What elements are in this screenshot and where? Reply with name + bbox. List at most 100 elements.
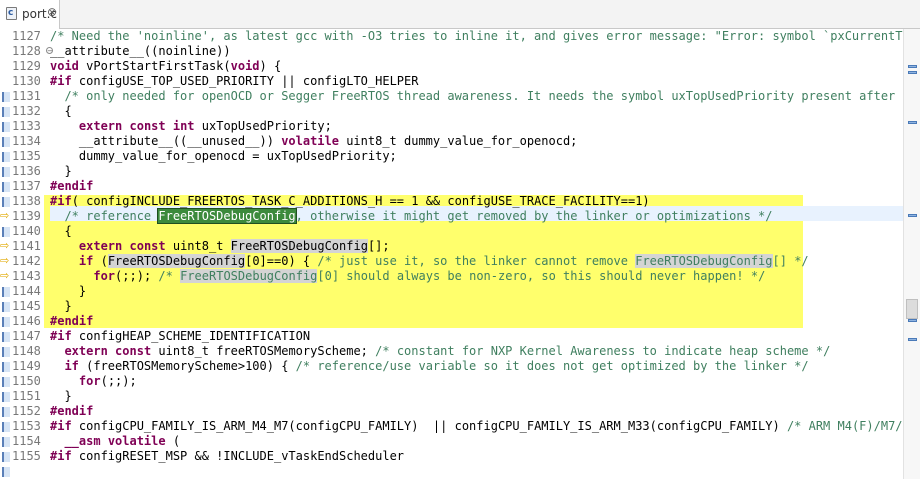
ruler-marker[interactable] bbox=[2, 362, 10, 372]
code-text-area[interactable]: /* Need the 'noinline', as latest gcc wi… bbox=[50, 29, 903, 479]
ruler-marker[interactable] bbox=[2, 392, 10, 402]
line-number: 1131 bbox=[12, 89, 41, 103]
code-text: __attribute__((noinline)) bbox=[50, 44, 231, 58]
tab-port-c[interactable]: c port.c ⊗ bbox=[0, 0, 60, 29]
code-text: } bbox=[50, 299, 72, 313]
ruler-marker[interactable] bbox=[2, 227, 10, 237]
code-comment: /* constant for NXP Kernel Awareness to … bbox=[375, 344, 831, 358]
symbol-occurrence[interactable]: FreeRTOSDebugConfig bbox=[180, 269, 318, 283]
overview-marker[interactable] bbox=[908, 319, 917, 322]
code-text: ( bbox=[165, 434, 181, 448]
line-number: 1134 bbox=[12, 134, 41, 148]
line-number: 1130 bbox=[12, 74, 41, 88]
ruler-marker[interactable] bbox=[2, 422, 10, 432]
ruler-marker[interactable] bbox=[2, 182, 10, 192]
ruler-marker[interactable] bbox=[2, 377, 10, 387]
line-number: 1141 bbox=[12, 239, 41, 253]
line-number: 1129 bbox=[12, 59, 41, 73]
code-text: uxTopUsedPriority; bbox=[194, 119, 332, 133]
code-text: configRESET_MSP && !INCLUDE_vTaskEndSche… bbox=[71, 449, 405, 463]
scrollbar-thumb[interactable] bbox=[906, 299, 918, 319]
code-line: #if configHEAP_SCHEME_IDENTIFICATION bbox=[50, 329, 310, 344]
code-text: [0]==0) { bbox=[245, 254, 318, 268]
code-text: dummy_value_for_openocd = uxTopUsedPrior… bbox=[50, 149, 397, 163]
code-text: configHEAP_SCHEME_IDENTIFICATION bbox=[71, 329, 311, 343]
code-text: uint8_t freeRTOSMemoryScheme; bbox=[151, 344, 376, 358]
code-line: /* only needed for openOCD or Segger Fre… bbox=[50, 89, 903, 104]
ruler-marker[interactable] bbox=[2, 92, 10, 102]
ruler-marker[interactable] bbox=[2, 437, 10, 447]
code-text: configCPU_FAMILY_IS_ARM_M4_M7(configCPU_… bbox=[71, 419, 787, 433]
code-line: #if configCPU_FAMILY_IS_ARM_M4_M7(config… bbox=[50, 419, 903, 434]
line-number: 1139 bbox=[12, 209, 41, 223]
line-number: 1147 bbox=[12, 329, 41, 343]
line-number: 1138 bbox=[12, 194, 41, 208]
ruler-marker[interactable] bbox=[2, 317, 10, 327]
ruler-marker[interactable] bbox=[2, 122, 10, 132]
ruler-marker[interactable] bbox=[2, 107, 10, 117]
code-line: __attribute__((__unused__)) volatile uin… bbox=[50, 134, 578, 149]
line-number: 1146 bbox=[12, 314, 41, 328]
code-text: (;;); bbox=[115, 269, 159, 283]
occurrence-arrow-icon[interactable]: ⇨ bbox=[0, 239, 12, 252]
overview-marker[interactable] bbox=[908, 214, 917, 217]
code-editor[interactable]: ⇨ ⇨ ⇨ ⇨ 1127 1128 − 1129 1130 1131 1132 … bbox=[0, 29, 920, 479]
code-text: } bbox=[50, 164, 72, 178]
ruler-marker[interactable] bbox=[2, 302, 10, 312]
code-text: configUSE_TOP_USED_PRIORITY || configLTO… bbox=[71, 74, 419, 88]
code-comment: /* just use it, so the linker cannot rem… bbox=[317, 254, 636, 268]
code-keyword: volatile bbox=[281, 134, 339, 148]
code-line: for(;;); /* FreeRTOSDebugConfig[0] shoul… bbox=[50, 269, 765, 284]
overview-marker[interactable] bbox=[908, 71, 917, 74]
line-number: 1151 bbox=[12, 389, 41, 403]
selected-symbol-occurrence[interactable]: FreeRTOSDebugConfig bbox=[157, 208, 297, 224]
line-number: 1150 bbox=[12, 374, 41, 388]
ruler-marker[interactable] bbox=[2, 197, 10, 207]
ruler-marker[interactable] bbox=[2, 152, 10, 162]
code-keyword: for bbox=[78, 374, 101, 388]
symbol-occurrence[interactable]: FreeRTOSDebugConfig bbox=[107, 254, 246, 268]
ruler-marker[interactable] bbox=[2, 407, 10, 417]
overview-marker[interactable] bbox=[908, 65, 917, 68]
code-text: } bbox=[50, 284, 87, 298]
occurrence-arrow-icon[interactable]: ⇨ bbox=[0, 254, 12, 267]
code-keyword: #endif bbox=[50, 404, 94, 418]
code-text: ) { bbox=[259, 59, 282, 73]
code-line: if (freeRTOSMemoryScheme>100) { /* refer… bbox=[50, 359, 808, 374]
code-line: } bbox=[50, 389, 71, 404]
ruler-marker[interactable] bbox=[2, 287, 10, 297]
code-text: ( configINCLUDE_FREERTOS_TASK_C_ADDITION… bbox=[71, 194, 650, 208]
code-keyword: #if bbox=[50, 419, 72, 433]
ruler-marker[interactable] bbox=[2, 452, 10, 462]
ruler-marker[interactable] bbox=[2, 467, 10, 477]
symbol-occurrence[interactable]: FreeRTOSDebugConfig bbox=[635, 254, 773, 268]
code-line: #if configUSE_TOP_USED_PRIORITY || confi… bbox=[50, 74, 418, 89]
line-number: 1153 bbox=[12, 419, 41, 433]
symbol-occurrence[interactable]: FreeRTOSDebugConfig bbox=[230, 239, 368, 253]
ruler-marker[interactable] bbox=[2, 137, 10, 147]
line-number: 1136 bbox=[12, 164, 41, 178]
code-line: dummy_value_for_openocd = uxTopUsedPrior… bbox=[50, 149, 397, 164]
occurrence-arrow-icon[interactable]: ⇨ bbox=[0, 209, 12, 222]
line-number: 1148 bbox=[12, 344, 41, 358]
code-keyword: __asm bbox=[64, 434, 101, 448]
code-text: []; bbox=[367, 239, 390, 253]
close-icon[interactable]: ⊗ bbox=[47, 5, 57, 19]
code-text: (freeRTOSMemoryScheme>100) { bbox=[78, 359, 296, 373]
ruler-marker[interactable] bbox=[2, 332, 10, 342]
line-number: 1145 bbox=[12, 299, 41, 313]
line-number: 1154 bbox=[12, 434, 41, 448]
overview-ruler[interactable] bbox=[903, 29, 920, 479]
code-line: } bbox=[50, 164, 72, 179]
ruler-marker[interactable] bbox=[2, 167, 10, 177]
ruler-marker[interactable] bbox=[2, 347, 10, 357]
overview-marker[interactable] bbox=[908, 338, 917, 341]
overview-marker[interactable] bbox=[908, 121, 917, 124]
code-line: #if configRESET_MSP && !INCLUDE_vTaskEnd… bbox=[50, 449, 404, 464]
editor-tab-bar: c port.c ⊗ bbox=[0, 0, 920, 29]
occurrence-arrow-icon[interactable]: ⇨ bbox=[0, 269, 12, 282]
code-keyword: #endif bbox=[50, 314, 94, 328]
line-number: 1132 bbox=[12, 104, 41, 118]
